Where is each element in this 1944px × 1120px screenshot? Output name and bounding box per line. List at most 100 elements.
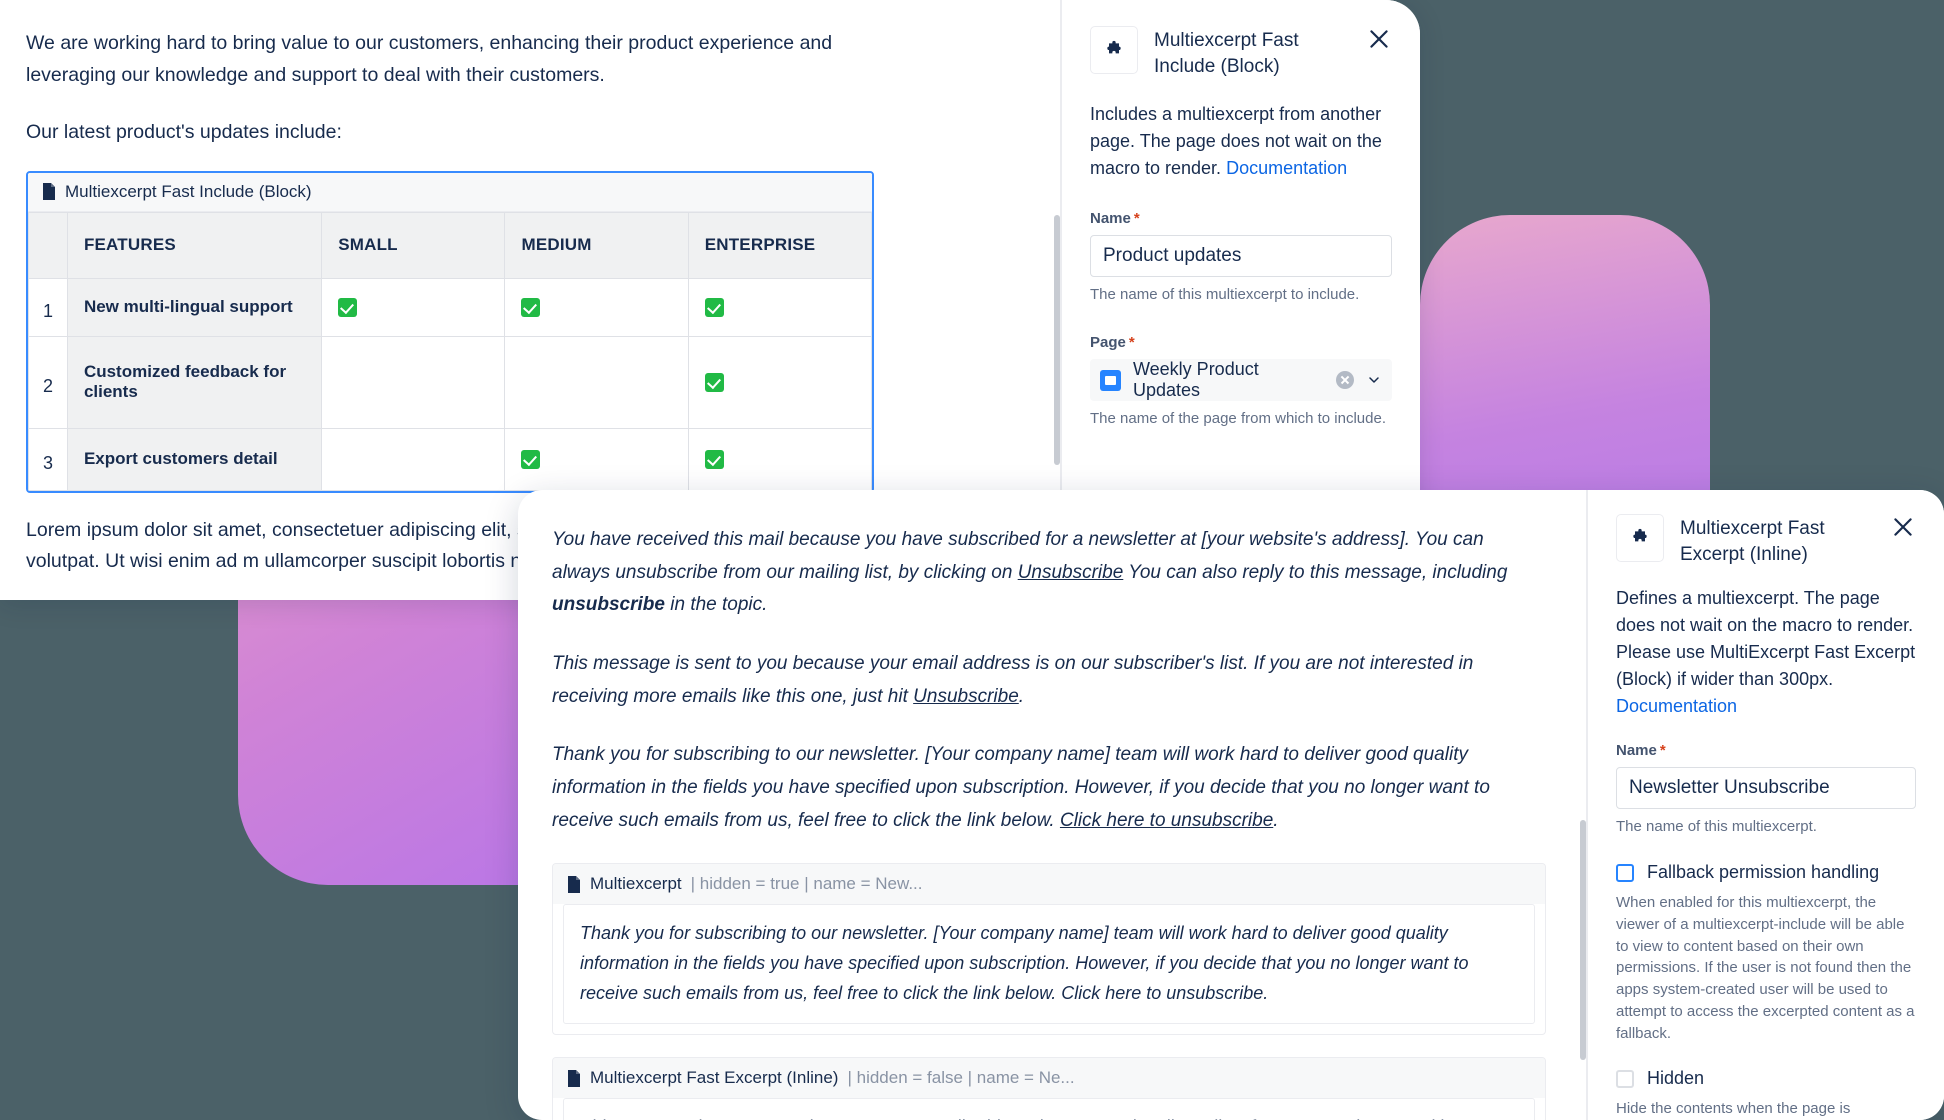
row-feature: New multi-lingual support (66, 277, 323, 337)
row-feature: Export customers detail (66, 427, 323, 491)
text-seg: . (1018, 685, 1025, 707)
panel-scrollbar[interactable] (1580, 820, 1586, 1060)
table-row: 1 New multi-lingual support (28, 277, 872, 337)
required-asterisk: * (1128, 334, 1135, 352)
row-feature: Customized feedback for clients (66, 335, 323, 429)
inner-macro-header: Multiexcerpt | hidden = true | name = Ne… (553, 864, 1545, 905)
row-index: 2 (28, 335, 68, 429)
cell-medium (504, 427, 689, 491)
updates-lead-paragraph: Our latest product's updates include: (26, 121, 342, 144)
chevron-down-icon[interactable] (1366, 372, 1382, 388)
hidden-help: Hide the contents when the page is displ… (1616, 1100, 1851, 1118)
modal-paragraph-2: This message is sent to you because your… (552, 648, 1546, 713)
documentation-link[interactable]: Documentation (1616, 696, 1737, 716)
name-label-text: Name (1616, 742, 1657, 760)
cell-small (321, 277, 506, 337)
name-input[interactable]: Newsletter Unsubscribe (1616, 767, 1916, 810)
th-features: FEATURES (66, 211, 323, 279)
check-icon (338, 298, 358, 318)
hidden-checkbox[interactable] (1616, 1069, 1634, 1088)
th-enterprise: ENTERPRISE (687, 211, 872, 279)
check-icon (521, 450, 541, 470)
panel-title: Multiexcerpt Fast Excerpt (Inline) (1680, 518, 1825, 565)
table-row: 3 Export customers detail (28, 427, 872, 491)
unsubscribe-bold: unsubscribe (552, 594, 665, 616)
excerpt-editor-modal: You have received this mail because you … (518, 490, 1944, 1120)
name-field-label: Name * (1616, 742, 1916, 759)
page-field-help: The name of the page from which to inclu… (1090, 410, 1387, 428)
panel-description: Defines a multiexcerpt. The page does no… (1616, 585, 1916, 720)
macro-block-header: Multiexcerpt Fast Include (Block) (28, 172, 872, 212)
panel-divider (1586, 490, 1588, 1120)
inner-macro-header: Multiexcerpt Fast Excerpt (Inline) | hid… (553, 1058, 1545, 1098)
features-table-body: 1 New multi-lingual support 2 Customized… (28, 277, 872, 491)
required-asterisk: * (1133, 210, 1140, 228)
modal-paragraph-1: You have received this mail because you … (552, 524, 1546, 622)
cell-enterprise (687, 277, 872, 337)
fallback-permission-help: When enabled for this multiexcerpt, the … (1616, 894, 1915, 1042)
inner-macro-text: Thank you for subscribing to our newslet… (580, 923, 1469, 1004)
inner-macro-name: Multiexcerpt (590, 874, 682, 894)
name-field-help: The name of this multiexcerpt. (1616, 818, 1817, 836)
close-icon[interactable] (1366, 26, 1392, 52)
click-here-unsubscribe-link[interactable]: Click here to unsubscribe (1060, 810, 1273, 831)
macro-config-panel-excerpt: Multiexcerpt Fast Excerpt (Inline) Defin… (1580, 490, 1944, 1120)
text-seg: You can also reply to this message, incl… (1123, 561, 1508, 583)
name-field-label: Name * (1090, 210, 1392, 227)
cell-small (321, 427, 506, 491)
inner-macro-name: Multiexcerpt Fast Excerpt (Inline) (590, 1068, 839, 1087)
cell-enterprise (687, 427, 872, 491)
row-index: 1 (28, 277, 68, 337)
inner-macro-multiexcerpt[interactable]: Multiexcerpt | hidden = true | name = Ne… (552, 863, 1546, 1035)
clear-icon[interactable] (1336, 371, 1354, 390)
unsubscribe-link[interactable]: Unsubscribe (913, 686, 1019, 707)
inner-macro-meta: | hidden = true | name = New... (690, 874, 923, 894)
inner-macro-text: This message is sent to you because your… (580, 1113, 1518, 1120)
name-label-text: Name (1090, 210, 1131, 228)
name-input[interactable]: Product updates (1090, 235, 1392, 278)
table-header-row: FEATURES SMALL MEDIUM ENTERPRISE (28, 211, 872, 279)
row-index: 3 (28, 427, 68, 491)
th-medium: MEDIUM (504, 211, 689, 279)
fallback-permission-label: Fallback permission handling (1647, 862, 1880, 883)
inner-macro-content: This message is sent to you because your… (563, 1098, 1535, 1120)
text-seg: in the topic. (664, 594, 768, 616)
page-field-label: Page * (1090, 334, 1392, 351)
macro-block-title: Multiexcerpt Fast Include (Block) (65, 181, 312, 201)
intro-paragraph: We are working hard to bring value to ou… (26, 32, 833, 86)
page-select[interactable]: Weekly Product Updates (1090, 359, 1392, 402)
hidden-row[interactable]: Hidden (1616, 1068, 1916, 1089)
close-icon[interactable] (1890, 514, 1916, 540)
name-field-help: The name of this multiexcerpt to include… (1090, 286, 1360, 304)
documentation-link[interactable]: Documentation (1226, 158, 1347, 178)
check-icon (704, 450, 724, 470)
panel-scrollbar[interactable] (1054, 215, 1060, 465)
unsubscribe-link[interactable]: Unsubscribe (1018, 562, 1124, 583)
inner-macro-fast-excerpt[interactable]: Multiexcerpt Fast Excerpt (Inline) | hid… (552, 1057, 1546, 1120)
puzzle-piece-icon (1616, 514, 1664, 562)
modal-paragraph-3: Thank you for subscribing to our newslet… (552, 739, 1546, 837)
fallback-permission-row[interactable]: Fallback permission handling (1616, 862, 1916, 883)
cell-medium (504, 277, 689, 337)
required-asterisk: * (1659, 742, 1666, 760)
inner-macro-content: Thank you for subscribing to our newslet… (563, 904, 1535, 1024)
cell-enterprise (687, 335, 872, 429)
fallback-permission-checkbox[interactable] (1616, 863, 1634, 882)
panel-title: Multiexcerpt Fast Include (Block) (1154, 30, 1299, 77)
check-icon (704, 298, 724, 318)
check-icon (704, 373, 724, 393)
panel-header: Multiexcerpt Fast Excerpt (Inline) (1616, 514, 1916, 567)
panel-description: Includes a multiexcerpt from another pag… (1090, 101, 1392, 182)
cell-small (321, 335, 506, 429)
panel-description-text: Defines a multiexcerpt. The page does no… (1616, 588, 1916, 690)
page-icon (1100, 369, 1121, 391)
puzzle-piece-glyph (1633, 528, 1647, 542)
panel-header: Multiexcerpt Fast Include (Block) (1090, 26, 1392, 79)
th-index (28, 211, 68, 279)
puzzle-piece-glyph (1107, 40, 1121, 54)
table-row: 2 Customized feedback for clients (28, 335, 872, 429)
th-small: SMALL (321, 211, 506, 279)
multiexcerpt-include-macro-block[interactable]: Multiexcerpt Fast Include (Block) FEATUR… (26, 170, 874, 493)
page-label-text: Page (1090, 334, 1126, 352)
text-seg: . (1273, 809, 1279, 831)
